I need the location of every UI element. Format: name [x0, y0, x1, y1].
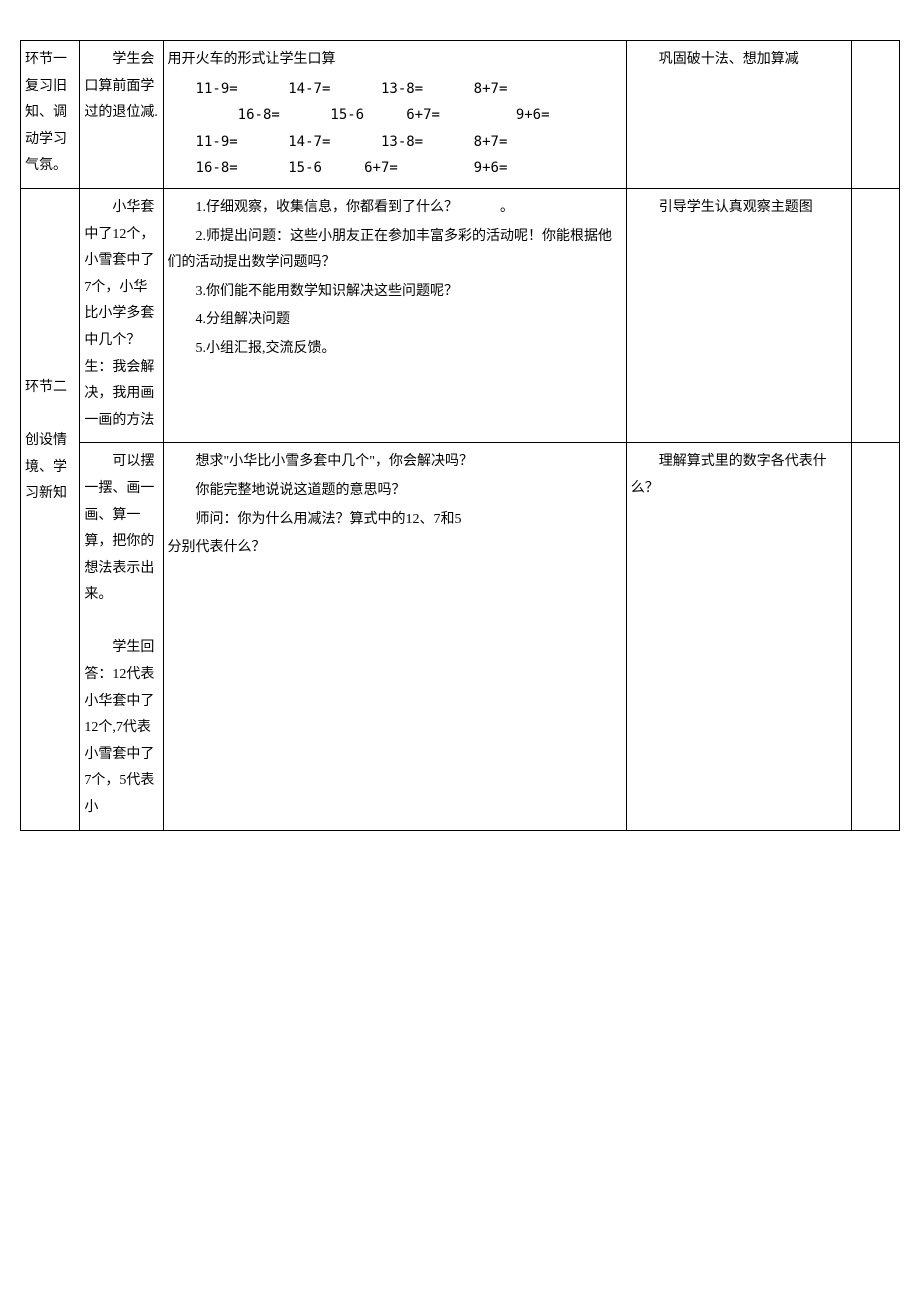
- student-activity-cell: 可以摆一摆、画一画、算一算，把你的想法表示出来。 学生回答：12代表小华套中了1…: [80, 443, 163, 830]
- teacher-step-3: 3.你们能不能用数学知识解决这些问题呢？: [168, 279, 622, 306]
- teacher-activity-cell: 1.仔细观察，收集信息，你都看到了什么？ 。 2.师提出问题：这些小朋友正在参加…: [163, 188, 626, 442]
- table-row: 可以摆一摆、画一画、算一算，把你的想法表示出来。 学生回答：12代表小华套中了1…: [21, 443, 900, 830]
- teacher-step-2: 2.师提出问题：这些小朋友正在参加丰富多彩的活动呢！你能根据他们的活动提出数学问…: [168, 224, 622, 277]
- table-row: 环节二 创设情境、学习新知 小华套中了12个，小雪套中了7个，小华比小学多套中几…: [21, 188, 900, 442]
- equation-line: 11-9= 14-7= 13-8= 8+7=: [196, 129, 622, 156]
- teacher-q4: 分别代表什么？: [168, 535, 622, 562]
- teacher-activity-cell: 想求"小华比小雪多套中几个"，你会解决吗？ 你能完整地说说这道题的意思吗？ 师问…: [163, 443, 626, 830]
- teacher-step-4: 4.分组解决问题: [168, 307, 622, 334]
- equation-line: 11-9= 14-7= 13-8= 8+7=: [196, 76, 622, 103]
- blank-cell: [852, 188, 900, 442]
- lesson-plan-table: 环节一 复习旧知、调动学习气氛。 学生会口算前面学过的退位减. 用开火车的形式让…: [20, 40, 900, 831]
- blank-cell: [852, 41, 900, 189]
- student-activity-cell: 小华套中了12个，小雪套中了7个，小华比小学多套中几个？生：我会解决，我用画一画…: [80, 188, 163, 442]
- intent-cell: 巩固破十法、想加算减: [626, 41, 852, 189]
- student-activity-1: 学生会口算前面学过的退位减.: [84, 47, 158, 127]
- teacher-step-1: 1.仔细观察，收集信息，你都看到了什么？ 。: [168, 195, 622, 222]
- stage-1-label: 环节一 复习旧知、调动学习气氛。: [25, 47, 75, 180]
- blank-cell: [852, 443, 900, 830]
- teacher-q2: 你能完整地说说这道题的意思吗？: [168, 478, 622, 505]
- intent-cell: 理解算式里的数字各代表什么？: [626, 443, 852, 830]
- student-activity-2a: 小华套中了12个，小雪套中了7个，小华比小学多套中几个？生：我会解决，我用画一画…: [84, 195, 158, 434]
- student-activity-cell: 学生会口算前面学过的退位减.: [80, 41, 163, 189]
- equation-line: 16-8= 15-6 6+7= 9+6=: [196, 155, 622, 182]
- equation-block: 11-9= 14-7= 13-8= 8+7= 16-8= 15-6 6+7= 9…: [168, 76, 622, 182]
- equation-line: 16-8= 15-6 6+7= 9+6=: [196, 102, 622, 129]
- teacher-step-5: 5.小组汇报,交流反馈。: [168, 336, 622, 363]
- teacher-q3: 师问：你为什么用减法？算式中的12、7和5: [168, 507, 622, 534]
- intent-2b: 理解算式里的数字各代表什么？: [631, 449, 848, 502]
- table-row: 环节一 复习旧知、调动学习气氛。 学生会口算前面学过的退位减. 用开火车的形式让…: [21, 41, 900, 189]
- teacher-q1: 想求"小华比小雪多套中几个"，你会解决吗？: [168, 449, 622, 476]
- stage-2-label: 环节二 创设情境、学习新知: [25, 195, 75, 508]
- teacher-intro-1: 用开火车的形式让学生口算: [168, 47, 622, 74]
- student-activity-2b: 可以摆一摆、画一画、算一算，把你的想法表示出来。 学生回答：12代表小华套中了1…: [84, 449, 158, 821]
- intent-2a: 引导学生认真观察主题图: [631, 195, 848, 222]
- intent-cell: 引导学生认真观察主题图: [626, 188, 852, 442]
- intent-1: 巩固破十法、想加算减: [631, 47, 848, 74]
- stage-cell: 环节一 复习旧知、调动学习气氛。: [21, 41, 80, 189]
- teacher-activity-cell: 用开火车的形式让学生口算 11-9= 14-7= 13-8= 8+7= 16-8…: [163, 41, 626, 189]
- stage-cell: 环节二 创设情境、学习新知: [21, 188, 80, 830]
